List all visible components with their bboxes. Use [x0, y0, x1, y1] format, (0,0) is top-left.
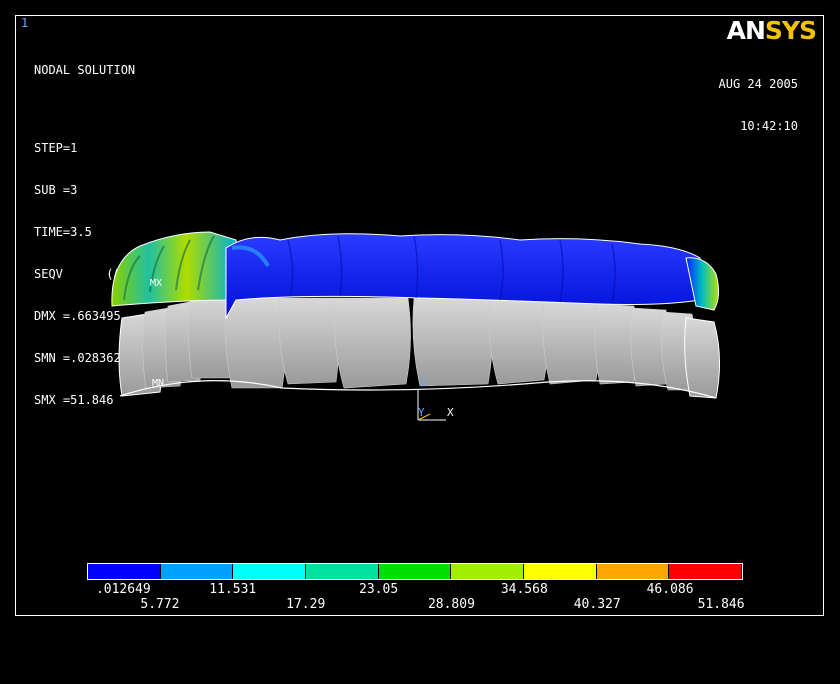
min-marker: MN	[152, 378, 164, 389]
legend-label-bottom-0: 5.772	[140, 597, 180, 612]
legend-label-bottom-4: 51.846	[697, 597, 745, 612]
legend-label-top-1: 11.531	[209, 582, 257, 597]
legend-label-top-4: 46.086	[646, 582, 694, 597]
legend-swatch-1	[160, 564, 234, 579]
contour-legend	[87, 563, 743, 580]
legend-swatch-5	[451, 564, 525, 579]
legend-label-bottom-1: 17.29	[286, 597, 326, 612]
legend-swatch-3	[306, 564, 379, 579]
legend-swatch-2	[233, 564, 307, 579]
triad-x-label: X	[447, 406, 454, 419]
triad-z-label: Z	[419, 376, 426, 389]
legend-label-top-0: .012649	[95, 582, 151, 597]
legend-swatch-0	[88, 564, 161, 579]
legend-label-top-3: 34.568	[500, 582, 548, 597]
legend-swatch-7	[596, 564, 670, 579]
legend-label-top-2: 23.05	[359, 582, 399, 597]
legend-label-bottom-2: 28.809	[427, 597, 475, 612]
max-marker: MX	[150, 278, 162, 289]
legend-swatch-8	[669, 564, 743, 579]
legend-label-bottom-3: 40.327	[573, 597, 621, 612]
triad-y-label: Y	[418, 406, 425, 419]
legend-swatch-4	[378, 564, 452, 579]
legend-swatch-6	[524, 564, 597, 579]
